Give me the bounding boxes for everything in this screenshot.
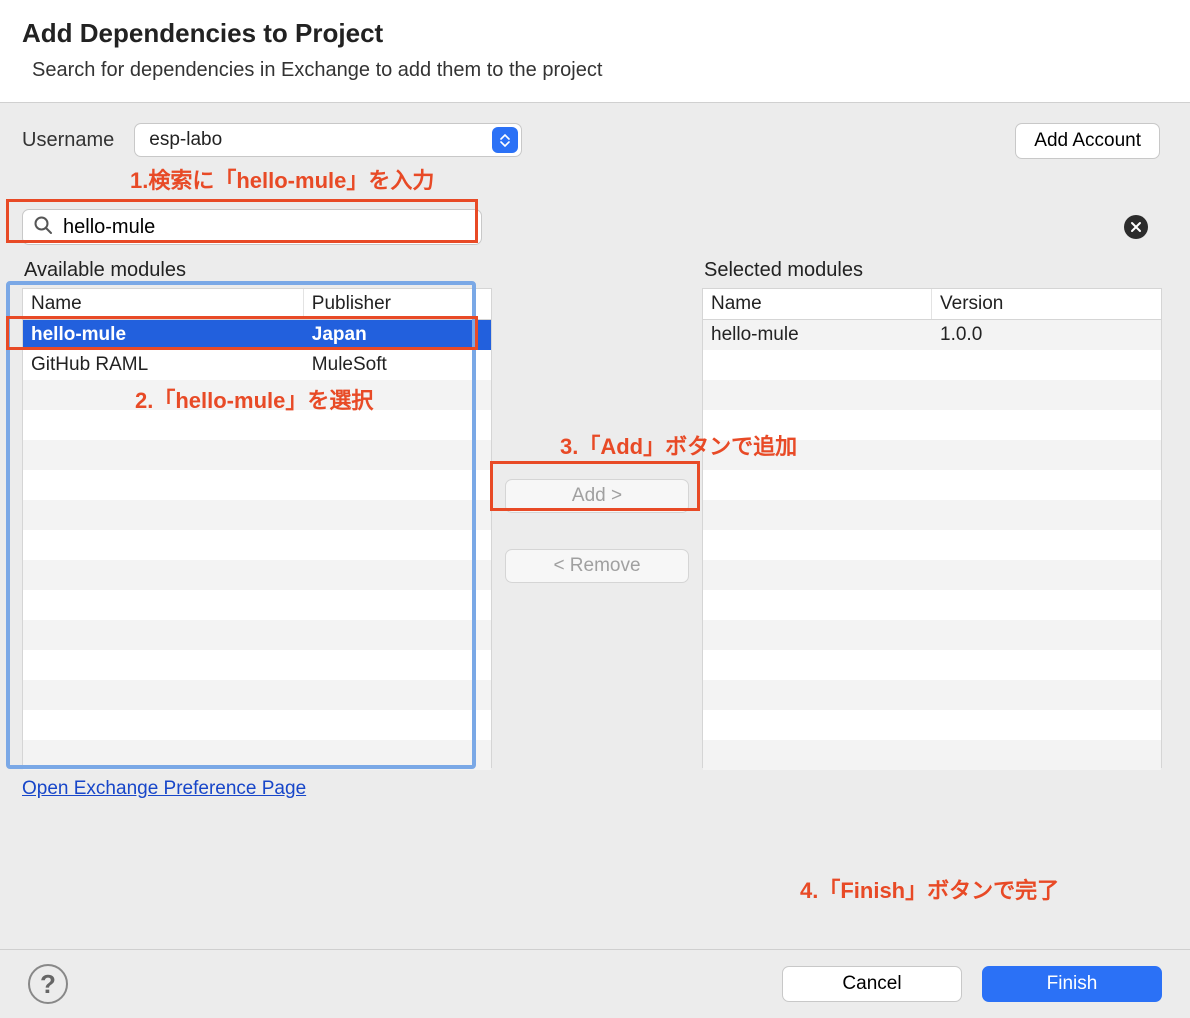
dialog-content: Username esp-labo Add Account 1.検索に「hell… [0, 103, 1190, 800]
table-row[interactable] [703, 410, 1161, 440]
table-row[interactable] [23, 500, 491, 530]
table-row[interactable] [23, 380, 491, 410]
table-row[interactable] [23, 710, 491, 740]
add-button[interactable]: Add > [505, 479, 689, 513]
cell-name: hello-mule [703, 322, 932, 348]
table-row[interactable] [703, 560, 1161, 590]
selected-col-name[interactable]: Name [703, 289, 932, 319]
table-row[interactable] [703, 620, 1161, 650]
table-row[interactable] [703, 710, 1161, 740]
search-input[interactable] [63, 216, 445, 239]
selected-col-version[interactable]: Version [932, 289, 1161, 319]
table-row[interactable] [23, 410, 491, 440]
available-modules-section: Available modules Name Publisher hello-m… [22, 259, 492, 800]
selected-modules-label: Selected modules [702, 259, 1162, 282]
search-field[interactable] [22, 209, 482, 245]
selected-modules-table[interactable]: Name Version hello-mule1.0.0 [702, 288, 1162, 768]
remove-button[interactable]: < Remove [505, 549, 689, 583]
cell-name: hello-mule [23, 322, 304, 348]
dialog-subtitle: Search for dependencies in Exchange to a… [22, 59, 1168, 82]
dialog-header: Add Dependencies to Project Search for d… [0, 0, 1190, 103]
cell-name: GitHub RAML [23, 352, 304, 378]
cell-publisher: MuleSoft [304, 352, 491, 378]
annotation-1: 1.検索に「hello-mule」を入力 [130, 163, 434, 195]
table-row[interactable] [703, 440, 1161, 470]
finish-button[interactable]: Finish [982, 966, 1162, 1002]
available-col-publisher[interactable]: Publisher [304, 289, 491, 319]
cell-publisher: Japan [304, 322, 491, 348]
open-exchange-preference-link[interactable]: Open Exchange Preference Page [22, 778, 306, 800]
username-value: esp-labo [149, 129, 222, 151]
dialog-title: Add Dependencies to Project [22, 18, 1168, 49]
table-row[interactable] [23, 680, 491, 710]
chevron-updown-icon [492, 127, 518, 153]
search-row [22, 209, 1168, 245]
clear-search-button[interactable] [1124, 215, 1148, 239]
table-row[interactable]: hello-muleJapan [23, 320, 491, 350]
cancel-button[interactable]: Cancel [782, 966, 962, 1002]
table-row[interactable] [703, 530, 1161, 560]
table-row[interactable] [703, 350, 1161, 380]
table-row[interactable] [703, 590, 1161, 620]
table-row[interactable] [703, 680, 1161, 710]
center-buttons: Add > < Remove [492, 259, 702, 583]
help-button[interactable]: ? [28, 964, 68, 1004]
search-icon [33, 215, 53, 240]
help-icon: ? [40, 969, 56, 1000]
table-row[interactable] [703, 380, 1161, 410]
table-row[interactable]: hello-mule1.0.0 [703, 320, 1161, 350]
close-icon [1130, 221, 1142, 233]
available-modules-table[interactable]: Name Publisher hello-muleJapanGitHub RAM… [22, 288, 492, 768]
table-row[interactable] [23, 740, 491, 770]
table-row[interactable] [703, 650, 1161, 680]
dialog-footer: ? Cancel Finish [0, 949, 1190, 1018]
username-label: Username [22, 129, 114, 152]
table-row[interactable] [23, 650, 491, 680]
table-row[interactable] [23, 590, 491, 620]
table-row[interactable] [703, 500, 1161, 530]
table-row[interactable] [23, 440, 491, 470]
table-row[interactable] [23, 560, 491, 590]
add-account-button[interactable]: Add Account [1015, 123, 1160, 159]
table-row[interactable] [23, 530, 491, 560]
table-row[interactable]: GitHub RAMLMuleSoft [23, 350, 491, 380]
table-row[interactable] [23, 620, 491, 650]
username-row: Username esp-labo [22, 123, 1168, 157]
username-select[interactable]: esp-labo [134, 123, 522, 157]
selected-modules-section: Selected modules Name Version hello-mule… [702, 259, 1162, 768]
available-col-name[interactable]: Name [23, 289, 304, 319]
available-modules-label: Available modules [22, 259, 492, 282]
table-row[interactable] [23, 470, 491, 500]
annotation-4: 4.「Finish」ボタンで完了 [800, 873, 1059, 905]
table-row[interactable] [703, 740, 1161, 770]
cell-version: 1.0.0 [932, 322, 1161, 348]
table-row[interactable] [703, 470, 1161, 500]
